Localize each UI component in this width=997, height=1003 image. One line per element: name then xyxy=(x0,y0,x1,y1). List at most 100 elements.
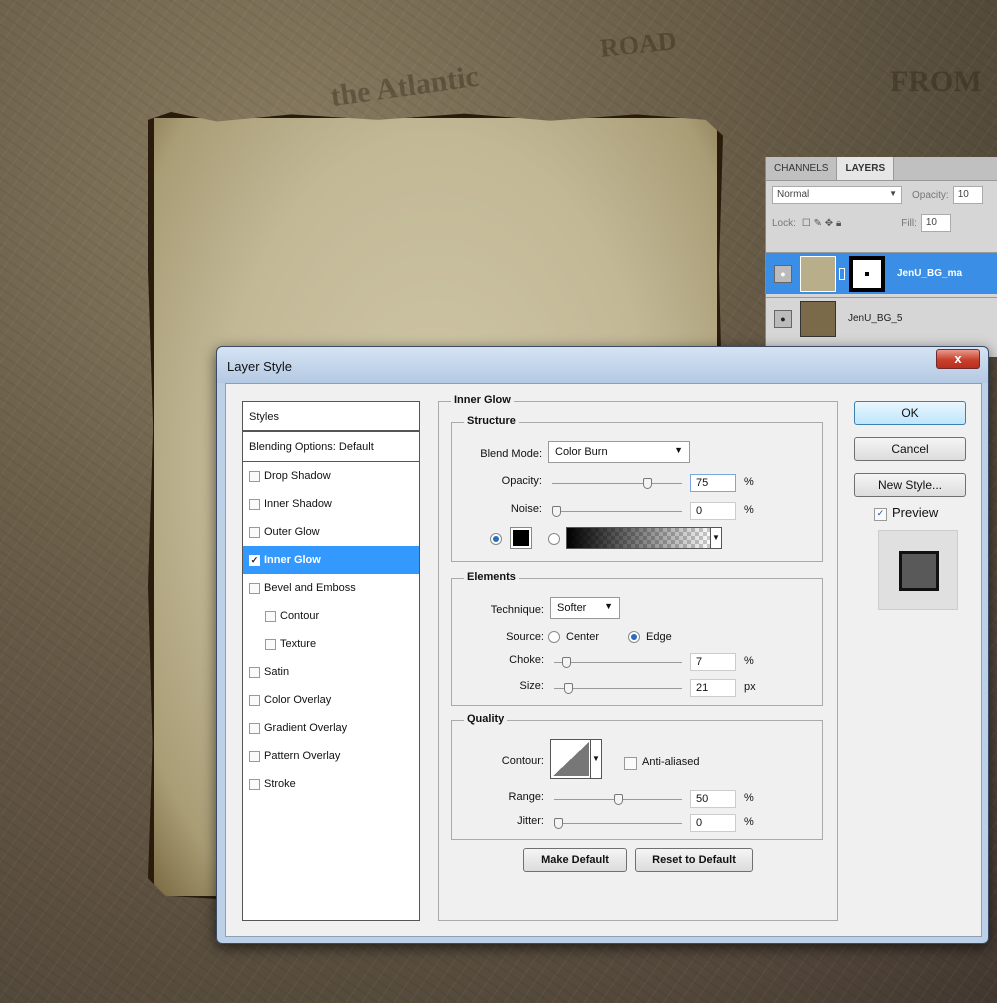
ok-button[interactable]: OK xyxy=(854,401,966,425)
elements-group: Elements Technique: Softer ▼ Source: Cent… xyxy=(451,571,823,706)
layer-name: JenU_BG_ma xyxy=(897,268,963,279)
glow-blend-mode-select[interactable]: Color Burn ▼ xyxy=(548,441,690,463)
layer-thumbnail xyxy=(800,300,836,337)
blend-mode-select[interactable]: Normal ▼ xyxy=(772,186,902,204)
jitter-input[interactable]: 0 xyxy=(690,814,736,832)
range-input[interactable]: 50 xyxy=(690,790,736,808)
layer-name: JenU_BG_5 xyxy=(848,313,903,324)
style-item-checkbox[interactable] xyxy=(249,779,260,790)
size-slider[interactable] xyxy=(554,683,682,694)
tab-layers[interactable]: LAYERS xyxy=(836,157,895,180)
link-icon[interactable] xyxy=(839,267,845,280)
style-item[interactable]: Stroke xyxy=(243,770,419,798)
layer-row[interactable]: ● JenU_BG_5 xyxy=(766,297,997,339)
eye-icon[interactable]: ● xyxy=(774,309,792,328)
fill-label: Fill: xyxy=(901,217,917,229)
solid-color-radio[interactable] xyxy=(490,533,502,545)
inner-glow-panel: Inner Glow Structure Blend Mode: Color B… xyxy=(438,394,838,921)
choke-slider[interactable] xyxy=(554,657,682,668)
gradient-picker[interactable]: ▼ xyxy=(566,527,722,549)
layer-row[interactable]: ● JenU_BG_ma xyxy=(766,252,997,294)
jitter-slider-knob[interactable] xyxy=(554,818,563,829)
style-item-label: Pattern Overlay xyxy=(264,750,341,762)
jitter-label: Jitter: xyxy=(517,815,544,827)
tab-channels[interactable]: CHANNELS xyxy=(766,157,836,180)
style-item-label: Contour xyxy=(280,610,320,622)
style-item[interactable]: Bevel and Emboss xyxy=(243,574,419,602)
background-text: FROM xyxy=(890,65,982,98)
style-item[interactable]: Pattern Overlay xyxy=(243,742,419,770)
style-item-label: Satin xyxy=(264,666,290,678)
technique-value: Softer xyxy=(557,602,587,614)
glow-color-swatch[interactable] xyxy=(510,527,532,549)
opacity-input[interactable]: 75 xyxy=(690,474,736,492)
style-item-label: Gradient Overlay xyxy=(264,722,348,734)
cancel-button[interactable]: Cancel xyxy=(854,437,966,461)
choke-slider-knob[interactable] xyxy=(562,657,571,668)
style-item-checkbox[interactable] xyxy=(249,583,260,594)
source-center-radio[interactable] xyxy=(548,631,560,643)
opacity-slider-knob[interactable] xyxy=(643,478,652,489)
opacity-slider[interactable] xyxy=(552,478,682,489)
style-item[interactable]: Inner Shadow xyxy=(243,490,419,518)
style-item-checkbox[interactable] xyxy=(249,667,260,678)
style-item-checkbox[interactable] xyxy=(249,723,260,734)
size-slider-knob[interactable] xyxy=(564,683,573,694)
noise-label: Noise: xyxy=(510,503,542,515)
style-item-checkbox[interactable] xyxy=(249,471,260,482)
mask-thumbnail xyxy=(849,255,885,292)
contour-picker[interactable]: ▼ xyxy=(550,739,602,779)
make-default-button[interactable]: Make Default xyxy=(523,848,627,872)
style-item[interactable]: Outer Glow xyxy=(243,518,419,546)
noise-slider[interactable] xyxy=(552,506,682,517)
blending-options[interactable]: Blending Options: Default xyxy=(243,432,419,462)
style-item-checkbox[interactable] xyxy=(249,527,260,538)
style-item[interactable]: Satin xyxy=(243,658,419,686)
color-swatch-fill xyxy=(513,530,529,546)
style-item[interactable]: ✓ Inner Glow xyxy=(243,546,419,574)
gradient-radio[interactable] xyxy=(548,533,560,545)
eye-icon[interactable]: ● xyxy=(774,264,792,283)
style-item-label: Stroke xyxy=(264,778,296,790)
anti-aliased-checkbox[interactable] xyxy=(624,757,637,770)
jitter-unit: % xyxy=(744,816,754,828)
style-item-checkbox[interactable] xyxy=(265,611,276,622)
style-item-label: Texture xyxy=(280,638,317,650)
fill-field[interactable]: 10 xyxy=(920,214,951,232)
new-style-button[interactable]: New Style... xyxy=(854,473,966,497)
range-slider[interactable] xyxy=(554,794,682,805)
reset-to-default-button[interactable]: Reset to Default xyxy=(635,848,753,872)
technique-select[interactable]: Softer ▼ xyxy=(550,597,620,619)
preview-square xyxy=(899,551,939,591)
opacity-field[interactable]: 10 xyxy=(952,186,983,204)
style-item-label: Outer Glow xyxy=(264,526,320,538)
preview-checkbox[interactable]: ✓ xyxy=(874,508,887,521)
structure-group: Structure Blend Mode: Color Burn ▼ Opacit… xyxy=(451,415,823,562)
preview-label: Preview xyxy=(892,505,939,520)
range-slider-knob[interactable] xyxy=(614,794,623,805)
style-item-checkbox[interactable] xyxy=(249,499,260,510)
style-item-checkbox[interactable] xyxy=(249,695,260,706)
style-item[interactable]: Gradient Overlay xyxy=(243,714,419,742)
style-item-label: Color Overlay xyxy=(264,694,332,706)
size-input[interactable]: 21 xyxy=(690,679,736,697)
style-item-label: Inner Shadow xyxy=(264,498,332,510)
source-edge-radio[interactable] xyxy=(628,631,640,643)
noise-input[interactable]: 0 xyxy=(690,502,736,520)
noise-slider-knob[interactable] xyxy=(552,506,561,517)
style-item[interactable]: Texture xyxy=(243,630,419,658)
style-item[interactable]: Contour xyxy=(243,602,419,630)
noise-unit: % xyxy=(744,504,754,516)
preview-swatch xyxy=(878,530,958,610)
style-item[interactable]: Drop Shadow xyxy=(243,462,419,490)
styles-header[interactable]: Styles xyxy=(243,402,419,432)
style-item[interactable]: Color Overlay xyxy=(243,686,419,714)
style-item-checkbox[interactable]: ✓ xyxy=(249,555,260,566)
style-item-checkbox[interactable] xyxy=(265,639,276,650)
lock-icons[interactable]: ☐ ✎ ✥ 🔒︎ xyxy=(802,218,841,229)
jitter-slider[interactable] xyxy=(554,818,682,829)
size-unit: px xyxy=(744,681,756,693)
close-button[interactable]: x xyxy=(936,349,980,369)
choke-input[interactable]: 7 xyxy=(690,653,736,671)
style-item-checkbox[interactable] xyxy=(249,751,260,762)
